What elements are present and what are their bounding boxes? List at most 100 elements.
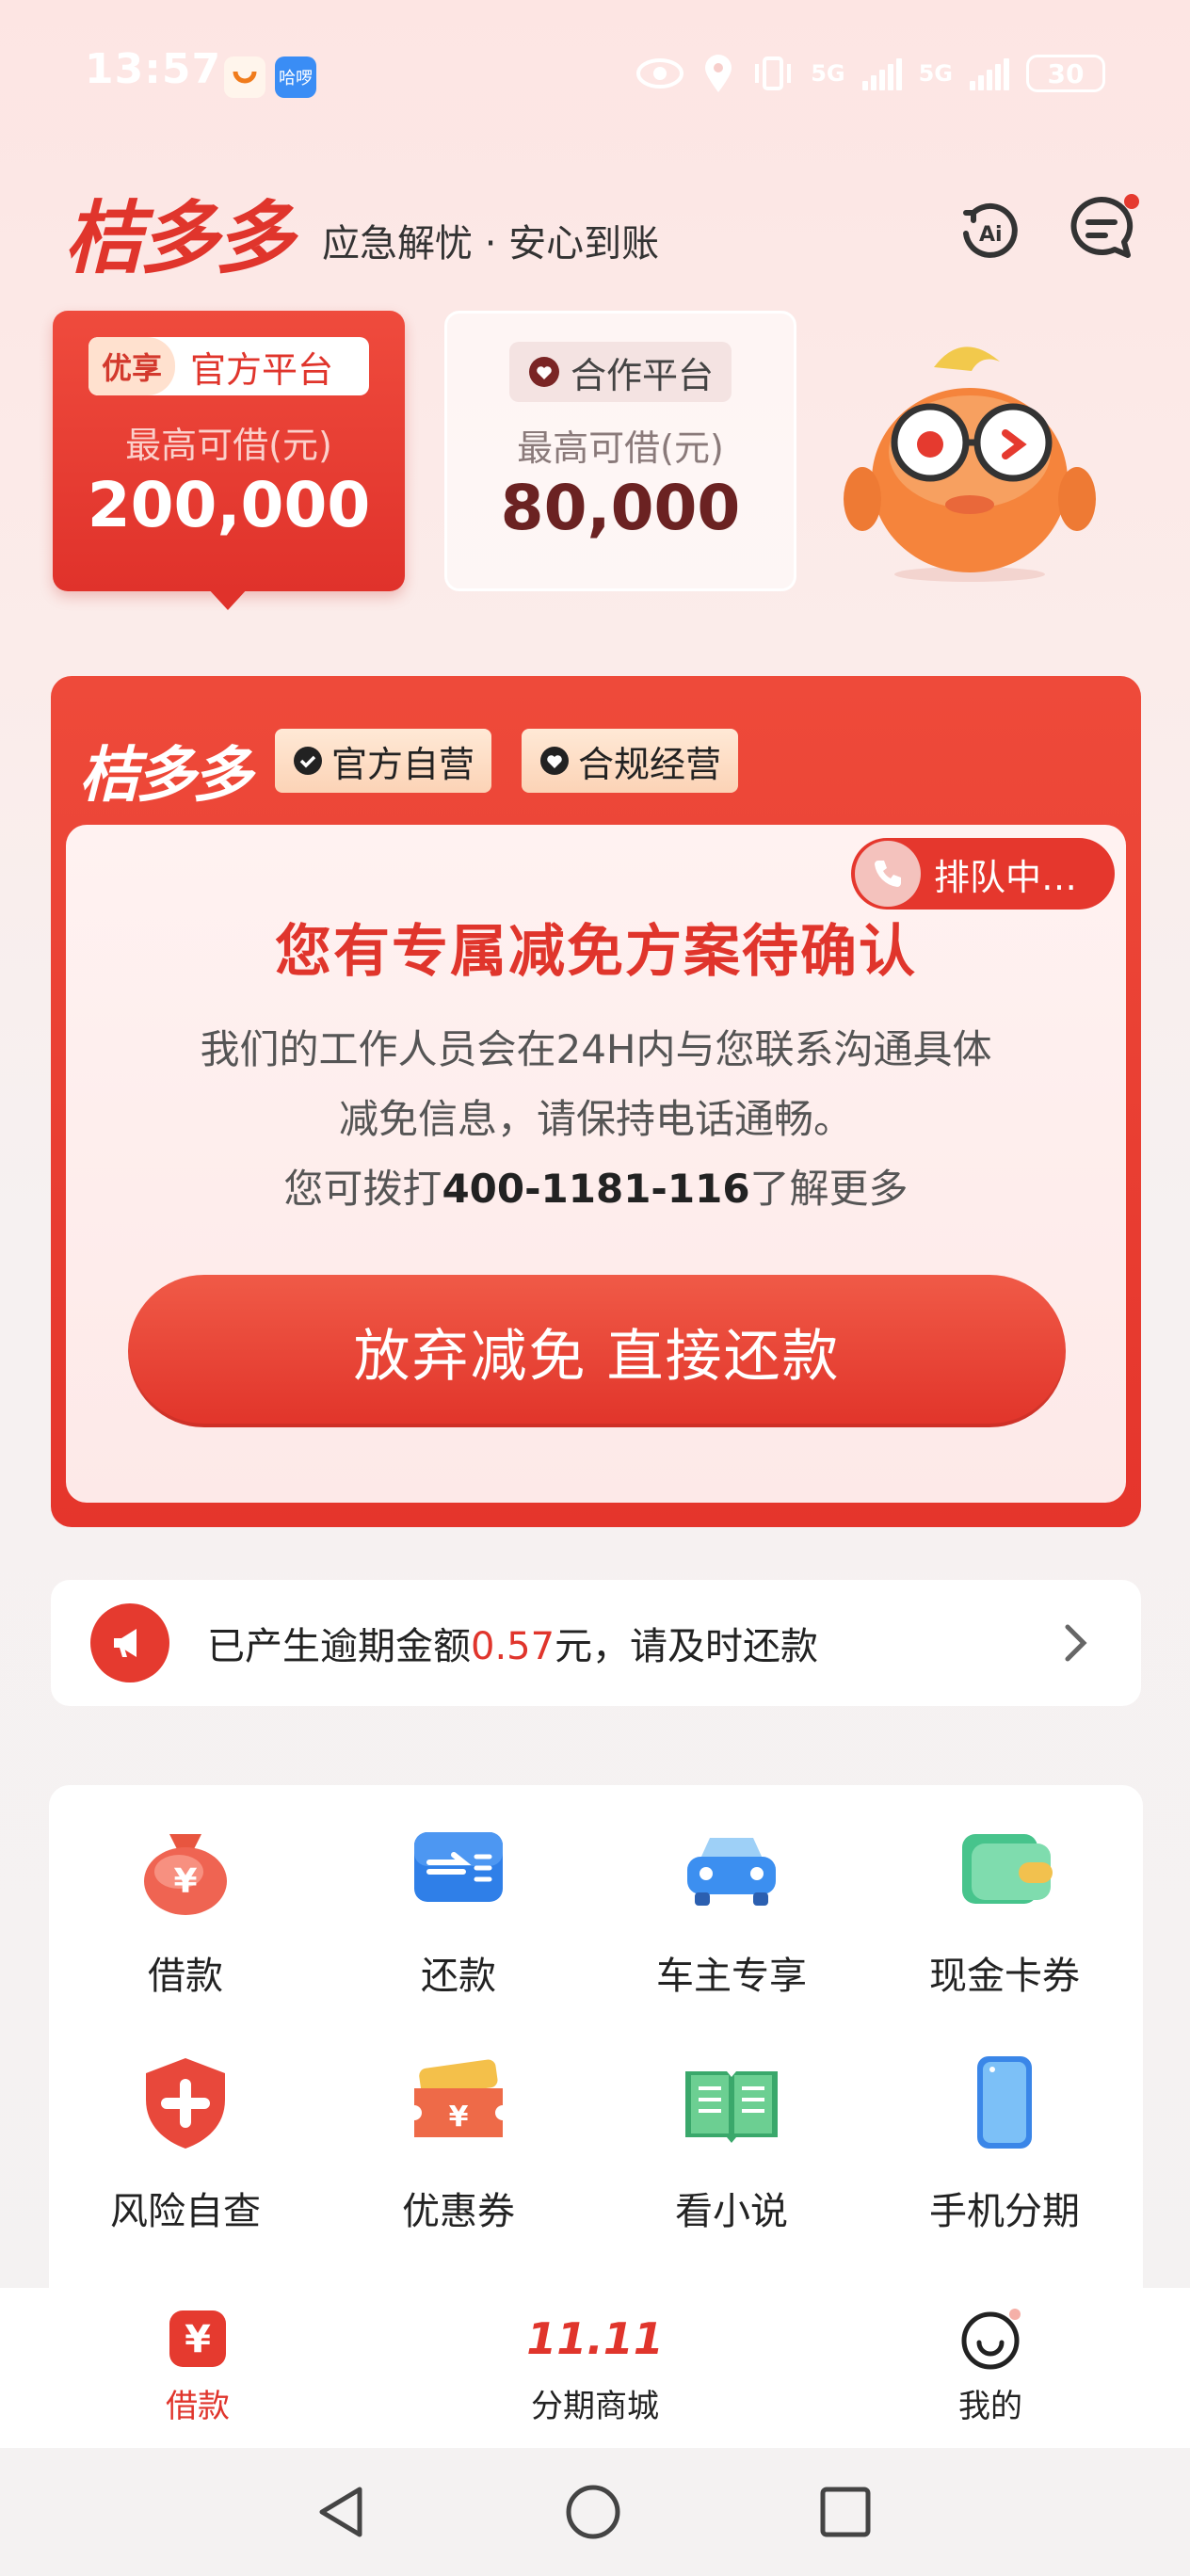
tab-borrow[interactable]: ¥ 借款 (85, 2307, 311, 2426)
recents-icon[interactable] (819, 2486, 872, 2538)
official-limit-label: 最高可借(元) (125, 425, 332, 466)
tab-installment-mall[interactable]: 11.11 分期商城 (482, 2307, 708, 2426)
overdue-amount: 0.57 (471, 1625, 555, 1668)
queue-status-pill[interactable]: 排队中… (851, 838, 1115, 910)
svg-text:¥: ¥ (449, 2101, 469, 2133)
yuan-tab-icon: ¥ (169, 2310, 226, 2367)
skip-relief-repay-button[interactable]: 放弃减免 直接还款 (128, 1275, 1066, 1427)
svg-text:Ai: Ai (979, 223, 1003, 247)
official-limit-amount: 200,000 (87, 469, 371, 541)
partner-limit-amount: 80,000 (500, 472, 741, 544)
relief-desc-line2: 减免信息，请保持电话通畅。 (338, 1096, 853, 1142)
status-time: 13:57 (85, 45, 222, 93)
selected-pointer (207, 588, 249, 610)
book-icon (685, 2071, 778, 2143)
phone-icon (977, 2056, 1032, 2149)
heart-badge-icon (540, 747, 569, 775)
hotline-number[interactable]: 400-1181-116 (442, 1166, 749, 1212)
relief-title: 您有专属减免方案待确认 (275, 919, 917, 985)
service-car-owner[interactable]: 车主专享 (595, 1785, 868, 2011)
tag-official-operation: 官方自营 (275, 729, 492, 793)
status-bar: 13:57 哈啰 5G 5G 30 (0, 0, 1190, 151)
service-novels[interactable]: 看小说 (595, 2021, 868, 2246)
battery-indicator: 30 (1026, 55, 1105, 92)
service-risk-check[interactable]: 风险自查 (49, 2021, 322, 2246)
messages-button[interactable] (1064, 192, 1139, 267)
coupon-icon: ¥ (414, 2059, 503, 2137)
overdue-suffix: 元，请及时还款 (555, 1625, 819, 1668)
service-car-owner-label: 车主专享 (656, 1955, 807, 1998)
service-borrow[interactable]: ¥ 借款 (49, 1785, 322, 2011)
heart-badge-icon (528, 357, 559, 387)
official-platform-card[interactable]: 优享 官方平台 最高可借(元) 200,000 (53, 311, 405, 591)
overdue-prefix: 已产生逾期金额 (207, 1625, 471, 1668)
tab-borrow-label: 借款 (166, 2388, 230, 2425)
tag-compliant-operation: 合规经营 (522, 729, 739, 793)
check-badge-icon (294, 747, 322, 775)
service-cash-coupons[interactable]: 现金卡券 (868, 1785, 1141, 2011)
chevron-right-icon (1065, 1624, 1087, 1662)
service-novels-label: 看小说 (675, 2190, 788, 2233)
svg-text:¥: ¥ (185, 2318, 211, 2361)
ai-icon: Ai (963, 202, 1018, 258)
official-platform-tag: 优享 官方平台 (88, 337, 369, 395)
back-icon[interactable] (314, 2484, 367, 2540)
service-coupons[interactable]: ¥ 优惠券 (322, 2021, 595, 2246)
money-bag-icon: ¥ (144, 1834, 227, 1915)
relief-description: 我们的工作人员会在24H内与您联系沟通具体 减免信息，请保持电话通畅。 您可拨打… (122, 1015, 1069, 1224)
double-eleven-badge: 11.11 (526, 2313, 664, 2364)
relief-desc-suffix: 了解更多 (749, 1166, 909, 1212)
relief-desc-prefix: 您可拨打 (283, 1166, 442, 1212)
hello-app-icon: 哈啰 (275, 56, 316, 98)
partner-limit-label: 最高可借(元) (517, 427, 724, 469)
phone-icon (855, 841, 921, 907)
service-cash-coupons-label: 现金卡券 (929, 1955, 1080, 1998)
service-coupons-label: 优惠券 (402, 2190, 515, 2233)
system-navigation-bar (0, 2448, 1190, 2576)
smile-tab-icon (961, 2309, 1021, 2370)
vibrate-icon (755, 56, 792, 90)
shield-plus-icon (146, 2058, 225, 2149)
tab-mine-label: 我的 (958, 2388, 1022, 2425)
services-grid: ¥ 借款 还款 车主专享 现金卡券 风险自查 ¥ 优惠券 看小说 手机分期 (49, 1785, 1143, 2312)
premium-badge: 优享 (88, 337, 176, 395)
overdue-message: 已产生逾期金额0.57元，请及时还款 (207, 1616, 818, 1670)
app-slogan: 应急解忧 · 安心到账 (322, 222, 660, 266)
signal-icon-2 (970, 56, 1009, 90)
wallet-icon (962, 1834, 1053, 1904)
home-icon[interactable] (565, 2484, 621, 2540)
partner-platform-name: 合作平台 (570, 354, 714, 396)
ai-assistant-button[interactable]: Ai (953, 192, 1028, 267)
queue-status-label: 排队中… (934, 856, 1078, 898)
service-phone-installment[interactable]: 手机分期 (868, 2021, 1141, 2246)
relief-desc-line3: 您可拨打400-1181-116了解更多 (122, 1154, 1069, 1224)
tab-mine[interactable]: 我的 (877, 2307, 1103, 2426)
service-repay[interactable]: 还款 (322, 1785, 595, 2011)
tag-official-label: 官方自营 (331, 743, 475, 785)
eye-icon (636, 58, 684, 89)
service-risk-check-label: 风险自查 (110, 2190, 261, 2233)
partner-platform-card[interactable]: 合作平台 最高可借(元) 80,000 (444, 311, 796, 591)
service-phone-installment-label: 手机分期 (929, 2190, 1080, 2233)
car-icon (687, 1838, 776, 1906)
status-right: 5G 5G 30 (635, 53, 1105, 94)
mascot-illustration (844, 346, 1096, 582)
service-repay-label: 还款 (421, 1955, 496, 1998)
megaphone-icon (90, 1603, 169, 1682)
service-borrow-label: 借款 (148, 1955, 223, 1998)
tag-compliant-label: 合规经营 (578, 743, 722, 785)
tab-installment-mall-label: 分期商城 (531, 2388, 659, 2425)
bottom-tab-bar: ¥ 借款 11.11 分期商城 我的 (0, 2288, 1190, 2448)
repay-card-icon (414, 1832, 503, 1902)
location-icon (705, 55, 732, 92)
chat-icon (1070, 194, 1139, 258)
relief-desc-line1: 我们的工作人员会在24H内与您联系沟通具体 (200, 1026, 992, 1072)
network-5g-label-2: 5G (918, 60, 953, 87)
relief-card-logo: 桔多多 (79, 741, 252, 811)
official-platform-name: 官方平台 (190, 348, 334, 391)
signal-icon (861, 56, 902, 90)
overdue-notice[interactable]: 已产生逾期金额0.57元，请及时还款 (51, 1580, 1141, 1706)
didi-app-icon (224, 56, 265, 98)
network-5g-label: 5G (811, 60, 845, 87)
partner-platform-tag: 合作平台 (509, 342, 732, 402)
